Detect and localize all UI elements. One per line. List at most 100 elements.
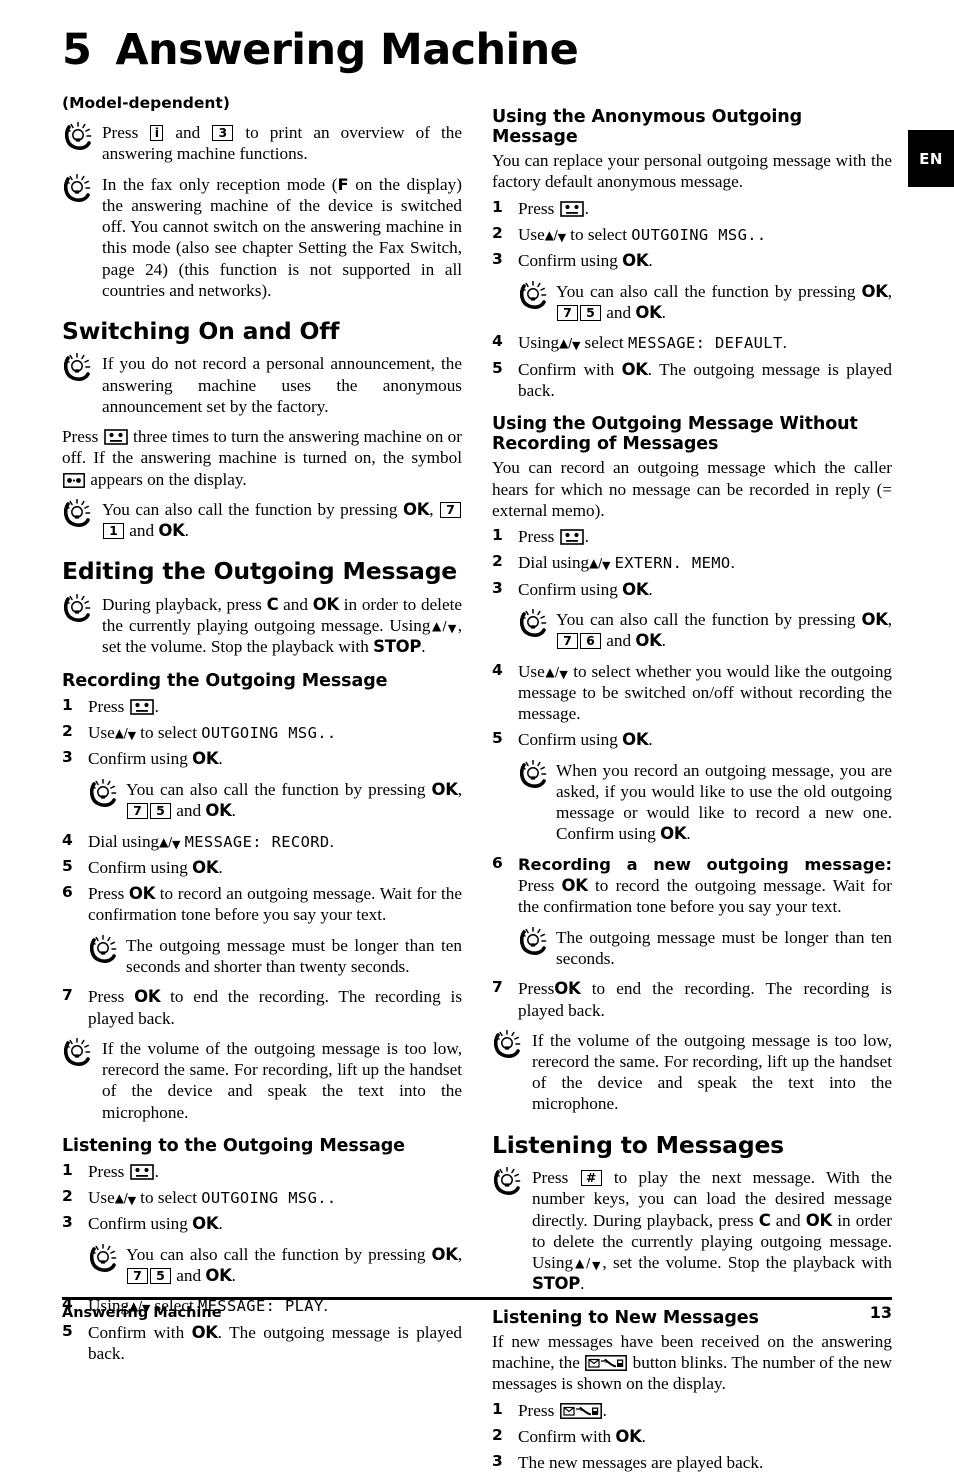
tip-icon	[89, 934, 124, 965]
tip-text: If the volume of the outgoing message is…	[102, 1038, 462, 1122]
step-number: 4	[62, 830, 73, 849]
ok-key-label: OK	[622, 730, 649, 750]
language-tab: EN	[908, 130, 954, 187]
step-text-post: .	[218, 857, 223, 877]
stop-key-label: STOP	[373, 637, 422, 657]
period: .	[231, 801, 236, 821]
tip-icon	[63, 593, 98, 624]
para-without-recording: You can record an outgoing message which…	[492, 458, 892, 520]
step-item: 4 Using▲/▼ select MESSAGE: DEFAULT.	[492, 332, 892, 353]
heading-recording-outgoing-message: Recording the Outgoing Message	[62, 670, 388, 691]
answering-machine-cassette-icon	[559, 200, 584, 217]
tip-icon	[64, 121, 98, 152]
ok-key-label: OK	[622, 251, 649, 271]
para-anonymous: You can replace your personal outgoing m…	[492, 151, 892, 192]
key-3: 3	[212, 125, 234, 142]
tip-call-function-71: You can also call the function by pressi…	[62, 498, 462, 542]
tip-icon	[519, 280, 554, 311]
step-item: 7 Press OK to end the recording. The rec…	[62, 986, 462, 1029]
tip-text-part5: , set the volume. Stop the playback with	[602, 1253, 892, 1273]
step-text-pre: Press	[518, 979, 555, 999]
para-new-messages: If new messages have been received on th…	[492, 1331, 892, 1395]
key-1: 1	[103, 523, 124, 540]
step-number: 6	[62, 883, 73, 902]
step-item: 3 The new messages are played back.	[492, 1452, 892, 1473]
step-number: 2	[492, 223, 503, 242]
step-item: 1 Press .	[62, 1161, 462, 1182]
ok-key-label: OK	[660, 824, 687, 844]
answering-machine-cassette-icon	[129, 1164, 154, 1180]
step-number: 3	[62, 1213, 73, 1232]
step-text-pre: Use	[518, 224, 545, 244]
manual-page: 5 Answering Machine EN (Model-dependent) …	[0, 0, 954, 1472]
step-item: 5 Confirm with OK. The outgoing message …	[62, 1322, 462, 1365]
tip-text-part2: and	[129, 521, 155, 541]
step-item: 1 Press .	[62, 696, 462, 717]
display-value: OUTGOING MSG..	[201, 1189, 337, 1208]
key-5: 5	[580, 304, 601, 321]
step-text-post: .	[648, 730, 653, 750]
comma: ,	[457, 779, 462, 799]
step-text-after: .	[602, 1400, 607, 1420]
tip-icon	[493, 1166, 528, 1197]
step-text-pre: Dial using	[518, 553, 590, 573]
step-text-pre: Using	[518, 333, 560, 353]
display-value: OUTGOING MSG..	[201, 724, 337, 743]
step-text-pre: Dial using	[88, 831, 160, 851]
step-item: 3 Confirm using OK.	[492, 250, 892, 271]
step-text-post: .	[782, 333, 787, 353]
step-text-pre: Confirm using	[88, 749, 188, 769]
para-press-three-times: Press three times to turn the answering …	[62, 426, 462, 490]
comma: ,	[429, 499, 434, 519]
step-text: Press	[518, 527, 555, 547]
updown-arrows-icon: ▲/▼	[159, 834, 181, 851]
tip-text: The outgoing message must be longer than…	[556, 927, 892, 968]
display-value: OUTGOING MSG..	[631, 225, 767, 244]
tip-text-part3: and	[775, 1210, 801, 1230]
step-text-pre: Confirm using	[518, 730, 618, 750]
answering-machine-cassette-icon	[559, 529, 584, 545]
heading-listening-to-messages: Listening to Messages	[492, 1130, 784, 1159]
updown-arrows-icon: ▲/▼	[559, 336, 581, 353]
ok-key-label: OK	[861, 281, 888, 301]
step-text: Press	[88, 1161, 125, 1181]
tip-fax-only-mode: In the fax only reception mode (F on the…	[62, 173, 462, 301]
step-number: 1	[62, 1160, 73, 1179]
step-number: 3	[62, 748, 73, 767]
step-item: 3 Confirm using OK.	[492, 579, 892, 600]
tip-text: If the volume of the outgoing message is…	[532, 1030, 892, 1114]
footer-chapter-label: Answering Machine	[62, 1305, 222, 1321]
ok-key-label: OK	[431, 779, 458, 799]
updown-arrows-icon: ▲/▼	[544, 664, 569, 681]
step-item: 2 Use▲/▼ to select OUTGOING MSG..	[62, 722, 462, 743]
tip-text-part1: You can also call the function by pressi…	[556, 609, 856, 629]
period: .	[661, 631, 666, 651]
step-text-after: .	[154, 696, 159, 716]
tip-icon	[519, 759, 554, 790]
tip-icon	[89, 1243, 124, 1274]
step-text-after: .	[154, 1161, 159, 1181]
step-item: 5 Confirm with OK. The outgoing message …	[492, 359, 892, 402]
ok-key-label: OK	[621, 359, 649, 379]
key-i: i	[150, 125, 164, 142]
key-7: 7	[127, 1268, 148, 1285]
step-number: 1	[492, 1399, 503, 1418]
answering-machine-cassette-icon	[103, 429, 128, 445]
ok-key-label: OK	[402, 499, 430, 519]
updown-arrows-icon: ▲/▼	[430, 619, 458, 636]
step-number: 6	[492, 853, 503, 872]
period: .	[421, 637, 426, 657]
step-text-post: .	[730, 553, 735, 573]
chapter-title-text: Answering Machine	[115, 25, 579, 75]
step-number: 3	[492, 578, 503, 597]
tip-icon	[519, 926, 554, 957]
tip-icon	[63, 1037, 98, 1068]
tip-text: The outgoing message must be longer than…	[126, 935, 462, 976]
step-number: 7	[62, 986, 73, 1005]
step-number: 3	[492, 1452, 503, 1471]
answering-machine-cassette-icon	[129, 699, 154, 715]
para-part1: Press	[62, 427, 99, 447]
ok-key-label: OK	[561, 876, 589, 896]
heading-without-recording: Using the Outgoing Message Without Recor…	[492, 414, 858, 455]
comma: ,	[887, 609, 892, 629]
